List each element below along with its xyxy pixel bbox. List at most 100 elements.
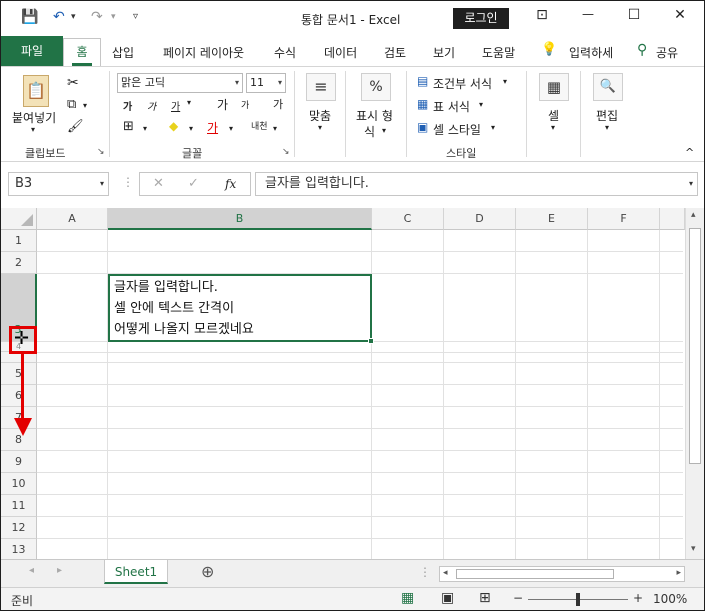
vertical-scrollbar[interactable]: ▴ ▾ (685, 208, 704, 559)
restore-button[interactable]: ☐ (619, 7, 649, 23)
tab-review[interactable]: 검토 (384, 44, 406, 61)
shrink-font-button[interactable]: 가 (241, 98, 249, 111)
lightbulb-icon[interactable]: 💡 (541, 42, 557, 57)
number-format-label[interactable]: 표시 형 (356, 107, 393, 124)
alignment-icon[interactable]: ≡ (306, 73, 336, 101)
row-header-13[interactable]: 13 (1, 539, 37, 559)
row-header-11[interactable]: 11 (1, 495, 37, 517)
ribbon-display-icon[interactable]: ⊡ (527, 7, 557, 23)
format-painter-icon[interactable]: 🖌 (67, 119, 84, 134)
sheet-tab-sheet1[interactable]: Sheet1 (104, 560, 168, 584)
alignment-dropdown-icon[interactable]: ▾ (318, 123, 322, 132)
copy-icon[interactable]: ⧉ (67, 97, 76, 112)
row-header-6[interactable]: 6 (1, 385, 37, 407)
horizontal-scroll-thumb[interactable] (456, 569, 614, 579)
conditional-format-button[interactable]: 조건부 서식 (433, 75, 492, 92)
login-button[interactable]: 로그인 (453, 8, 509, 29)
paste-dropdown-icon[interactable]: ▾ (31, 125, 35, 134)
share-icon[interactable]: ⚲ (637, 42, 647, 58)
underline-dropdown-icon[interactable]: ▾ (187, 98, 191, 107)
fill-dropdown-icon[interactable]: ▾ (189, 124, 193, 133)
column-header-a[interactable]: A (37, 208, 108, 230)
cell-styles-icon[interactable]: ▣ (417, 120, 428, 134)
cancel-icon[interactable]: ✕ (153, 176, 164, 191)
expand-formula-bar-icon[interactable]: ▾ (689, 173, 693, 195)
conditional-dropdown-icon[interactable]: ▾ (503, 77, 507, 86)
zoom-slider-thumb[interactable] (576, 593, 580, 606)
number-format-label-2[interactable]: 식 (364, 123, 375, 140)
enter-icon[interactable]: ✓ (188, 176, 199, 191)
font-color-icon[interactable]: 가 (207, 119, 218, 136)
cut-icon[interactable]: ✂ (67, 75, 79, 91)
zoom-level[interactable]: 100% (653, 592, 687, 606)
cells-icon[interactable]: ▦ (539, 73, 569, 101)
tab-split-grip-icon[interactable]: ⋮ (419, 565, 431, 579)
vertical-scroll-thumb[interactable] (689, 228, 701, 464)
minimize-button[interactable]: — (573, 7, 603, 21)
wrap-text-icon[interactable]: 내천 (251, 119, 268, 132)
name-box[interactable]: B3 ▾ (8, 172, 109, 196)
cells-button-label[interactable]: 셀 (548, 107, 559, 124)
column-header-d[interactable]: D (444, 208, 516, 230)
row-header-1[interactable]: 1 (1, 230, 37, 252)
normal-view-icon[interactable]: ▦ (401, 590, 414, 606)
cell-styles-dropdown-icon[interactable]: ▾ (491, 123, 495, 132)
column-header-e[interactable]: E (516, 208, 588, 230)
border-icon[interactable]: ⊞ (123, 119, 134, 134)
customize-qat-icon[interactable]: ▿ (133, 11, 138, 22)
phonetic-guide-button[interactable]: 가 (273, 96, 283, 112)
cell-b3[interactable]: 글자를 입력합니다. 셀 안에 텍스트 간격이 어떻게 나올지 모르겠네요 (108, 274, 372, 342)
font-color-dropdown-icon[interactable]: ▾ (229, 124, 233, 133)
share-button[interactable]: 공유 (656, 44, 678, 61)
undo-icon[interactable]: ↶ (53, 9, 65, 25)
tab-data[interactable]: 데이터 (324, 44, 357, 61)
tab-file[interactable]: 파일 (1, 36, 63, 67)
copy-dropdown-icon[interactable]: ▾ (83, 101, 87, 110)
tab-formulas[interactable]: 수식 (274, 44, 296, 61)
column-header-b[interactable]: B (108, 208, 372, 230)
cell-styles-button[interactable]: 셀 스타일 (433, 121, 481, 138)
editing-dropdown-icon[interactable]: ▾ (605, 123, 609, 132)
undo-dropdown-icon[interactable]: ▾ (71, 12, 76, 22)
tab-insert[interactable]: 삽입 (112, 44, 134, 61)
row-header-9[interactable]: 9 (1, 451, 37, 473)
fill-handle[interactable] (368, 338, 374, 344)
tab-help[interactable]: 도움말 (482, 44, 515, 61)
page-layout-view-icon[interactable]: ▣ (441, 590, 454, 606)
row-header-2[interactable]: 2 (1, 252, 37, 274)
cells-dropdown-icon[interactable]: ▾ (551, 123, 555, 132)
tab-home[interactable]: 홈 (63, 38, 101, 67)
collapse-ribbon-icon[interactable]: ^ (685, 146, 694, 159)
wrap-dropdown-icon[interactable]: ▾ (273, 124, 277, 133)
alignment-button-label[interactable]: 맞춤 (309, 107, 331, 124)
fill-color-icon[interactable]: ◆ (169, 119, 178, 133)
tab-page-layout[interactable]: 페이지 레이아웃 (163, 44, 244, 61)
worksheet-grid[interactable]: A B C D E F 1 2 3 4 5 6 7 8 9 10 11 12 1… (1, 208, 704, 559)
scroll-up-icon[interactable]: ▴ (691, 210, 696, 220)
underline-button[interactable]: 가 (171, 98, 180, 113)
table-format-button[interactable]: 표 서식 (433, 98, 470, 115)
formula-bar-grip-icon[interactable]: ⋮ (122, 175, 134, 189)
font-launcher-icon[interactable]: ↘ (282, 147, 290, 157)
scroll-right-icon[interactable]: ▸ (676, 568, 681, 578)
save-icon[interactable]: 💾 (21, 9, 38, 25)
horizontal-scrollbar[interactable]: ◂ ▸ (439, 566, 685, 582)
page-break-view-icon[interactable]: ⊞ (479, 590, 491, 606)
add-sheet-icon[interactable]: ⊕ (201, 562, 214, 581)
number-format-icon[interactable]: % (361, 73, 391, 101)
select-all-button[interactable] (1, 208, 37, 230)
table-format-dropdown-icon[interactable]: ▾ (479, 100, 483, 109)
tell-me-search[interactable]: 입력하세 (569, 44, 613, 61)
italic-button[interactable]: 가 (147, 98, 156, 113)
redo-icon[interactable]: ↷ (91, 9, 103, 25)
sheet-next-icon[interactable]: ▸ (57, 565, 62, 576)
column-header-g[interactable] (660, 208, 685, 230)
insert-function-icon[interactable]: fx (225, 177, 236, 191)
table-format-icon[interactable]: ▦ (417, 97, 428, 111)
redo-dropdown-icon[interactable]: ▾ (111, 12, 116, 22)
column-header-f[interactable]: F (588, 208, 660, 230)
number-format-dropdown-icon[interactable]: ▾ (382, 126, 386, 135)
row-header-10[interactable]: 10 (1, 473, 37, 495)
row-header-12[interactable]: 12 (1, 517, 37, 539)
conditional-format-icon[interactable]: ▤ (417, 74, 428, 88)
